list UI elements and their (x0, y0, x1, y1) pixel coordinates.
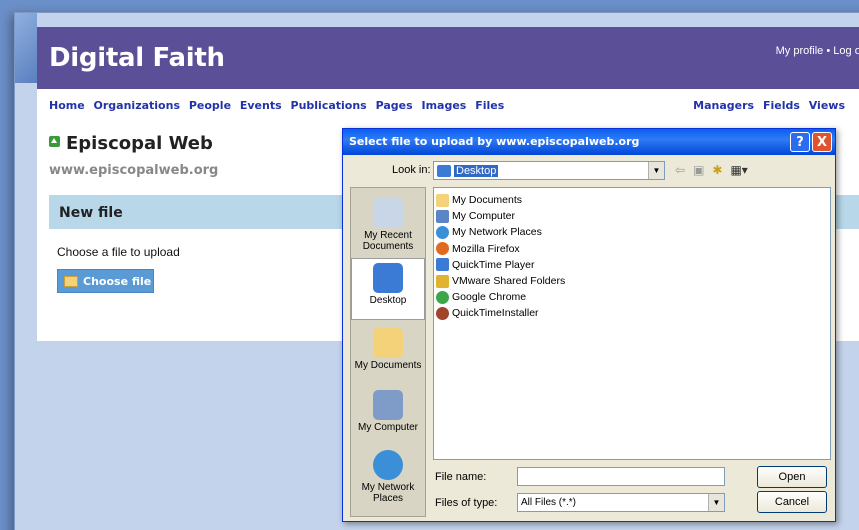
file-type-label: Files of type: (435, 497, 498, 509)
link-separator: • (826, 45, 831, 57)
look-in-value: Desktop (454, 164, 499, 177)
file-name: My Documents (452, 194, 523, 207)
close-button[interactable]: X (812, 132, 832, 152)
log-out-link[interactable]: Log out (833, 45, 859, 57)
dialog-titlebar[interactable]: Select file to upload by www.episcopalwe… (343, 129, 835, 155)
org-url: www.episcopalweb.org (49, 163, 219, 178)
main-navbar: Home Organizations People Events Publica… (37, 89, 859, 123)
my-documents-icon (373, 328, 403, 358)
list-item[interactable]: My Network Places (436, 224, 828, 240)
views-menu-icon[interactable]: ▦▾ (730, 163, 747, 177)
places-bar: My Recent Documents Desktop My Documents… (350, 187, 426, 517)
site-title: Digital Faith (49, 43, 225, 73)
chrome-icon (436, 290, 449, 304)
file-name: QuickTime Player (452, 258, 535, 271)
list-item[interactable]: My Computer (436, 208, 828, 224)
list-item[interactable]: QuickTime Player (436, 257, 828, 273)
desktop-icon (373, 263, 403, 293)
file-name-label: File name: (435, 471, 487, 483)
place-network-places[interactable]: My Network Places (351, 446, 425, 512)
list-item[interactable]: My Documents (436, 192, 828, 208)
nav-people[interactable]: People (189, 99, 231, 112)
folder-icon (436, 193, 449, 207)
file-name: Google Chrome (452, 291, 527, 304)
look-in-dropdown[interactable]: Desktop ▼ (433, 161, 665, 180)
file-name: QuickTimeInstaller (452, 307, 539, 320)
nav-views[interactable]: Views (809, 99, 845, 112)
place-my-computer[interactable]: My Computer (351, 386, 425, 446)
file-name: Mozilla Firefox (452, 242, 520, 255)
cancel-button[interactable]: Cancel (757, 491, 827, 513)
file-name: My Computer (452, 210, 516, 223)
new-folder-icon[interactable]: ✱ (712, 163, 722, 177)
upload-instruction: Choose a file to upload (57, 245, 180, 259)
chevron-down-icon[interactable]: ▼ (648, 162, 664, 179)
nav-managers[interactable]: Managers (693, 99, 754, 112)
up-arrow-icon[interactable] (49, 136, 60, 147)
nav-fields[interactable]: Fields (763, 99, 800, 112)
nav-pages[interactable]: Pages (376, 99, 413, 112)
folder-icon (64, 275, 78, 287)
nav-home[interactable]: Home (49, 99, 85, 112)
file-type-dropdown[interactable]: All Files (*.*) ▼ (517, 493, 725, 512)
network-icon (436, 225, 449, 239)
firefox-icon (436, 242, 449, 256)
list-item[interactable]: VMware Shared Folders (436, 273, 828, 289)
my-profile-link[interactable]: My profile (776, 45, 824, 57)
place-label: My Network Places (361, 482, 415, 504)
installer-icon (436, 306, 449, 320)
help-button[interactable]: ? (790, 132, 810, 152)
file-name: My Network Places (452, 226, 542, 239)
file-upload-dialog: Select file to upload by www.episcopalwe… (342, 128, 836, 522)
file-name-input[interactable] (517, 467, 725, 486)
user-links: My profile • Log out (776, 45, 859, 57)
place-desktop[interactable]: Desktop (351, 258, 425, 320)
look-in-label: Look in: (392, 164, 431, 176)
file-list: My Documents My Computer My Network Plac… (433, 187, 831, 460)
nav-right: Managers Fields Views (693, 99, 850, 112)
corner-arrow-icon (15, 13, 37, 83)
place-label: Desktop (369, 295, 407, 306)
place-recent-documents[interactable]: My Recent Documents (351, 194, 425, 254)
computer-icon (436, 209, 449, 223)
nav-events[interactable]: Events (240, 99, 282, 112)
vmware-folder-icon (436, 274, 449, 288)
up-folder-icon[interactable]: ▣ (693, 163, 704, 177)
nav-images[interactable]: Images (422, 99, 467, 112)
dialog-toolbar: ⇦ ▣ ✱ ▦▾ (675, 163, 748, 177)
nav-publications[interactable]: Publications (291, 99, 367, 112)
org-title: Episcopal Web (49, 133, 213, 154)
my-computer-icon (373, 390, 403, 420)
nav-files[interactable]: Files (475, 99, 504, 112)
dialog-title: Select file to upload by www.episcopalwe… (349, 135, 640, 148)
place-label: My Documents (354, 360, 422, 371)
place-label: My Recent Documents (362, 230, 414, 252)
nav-organizations[interactable]: Organizations (94, 99, 180, 112)
quicktime-icon (436, 258, 449, 272)
section-title: New file (59, 205, 123, 221)
list-item[interactable]: Google Chrome (436, 289, 828, 305)
back-icon[interactable]: ⇦ (675, 163, 685, 177)
choose-file-label: Choose file (83, 274, 152, 288)
choose-file-button[interactable]: Choose file (57, 269, 154, 293)
org-title-text: Episcopal Web (66, 133, 213, 154)
network-places-icon (373, 450, 403, 480)
file-name: VMware Shared Folders (452, 275, 566, 288)
nav-left: Home Organizations People Events Publica… (49, 99, 509, 112)
recent-docs-icon (373, 198, 403, 228)
list-item[interactable]: Mozilla Firefox (436, 241, 828, 257)
site-header: Digital Faith My profile • Log out (37, 27, 859, 89)
place-label: My Computer (357, 422, 418, 433)
file-type-value: All Files (*.*) (521, 497, 577, 508)
desktop-icon (437, 164, 451, 177)
list-item[interactable]: QuickTimeInstaller (436, 305, 828, 321)
place-my-documents[interactable]: My Documents (351, 324, 425, 384)
chevron-down-icon[interactable]: ▼ (708, 494, 724, 511)
open-button[interactable]: Open (757, 466, 827, 488)
